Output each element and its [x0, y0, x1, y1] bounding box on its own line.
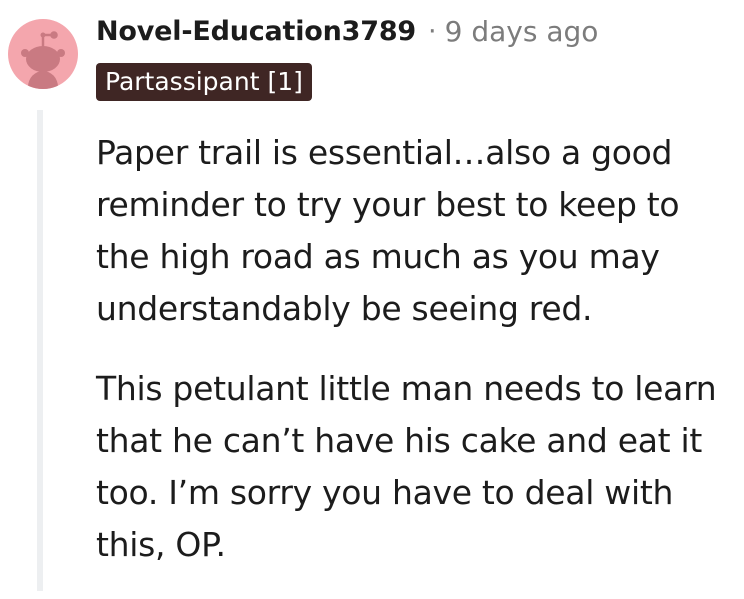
comment: Novel-Education3789 · 9 days ago Partass…	[0, 0, 744, 591]
thread-line[interactable]	[37, 110, 43, 591]
snoo-avatar-icon	[21, 31, 65, 89]
author-username[interactable]: Novel-Education3789	[96, 16, 416, 47]
comment-timestamp[interactable]: 9 days ago	[445, 15, 599, 48]
comment-paragraph: This petulant little man needs to learn …	[96, 369, 717, 564]
user-flair: Partassipant [1]	[96, 63, 312, 101]
comment-meta: Novel-Education3789 · 9 days ago	[96, 13, 598, 49]
comment-paragraph: Paper trail is essential…also a good rem…	[96, 133, 680, 328]
meta-separator: ·	[428, 15, 437, 47]
comment-body: Paper trail is essential…also a good rem…	[96, 127, 736, 599]
avatar[interactable]	[8, 19, 78, 89]
